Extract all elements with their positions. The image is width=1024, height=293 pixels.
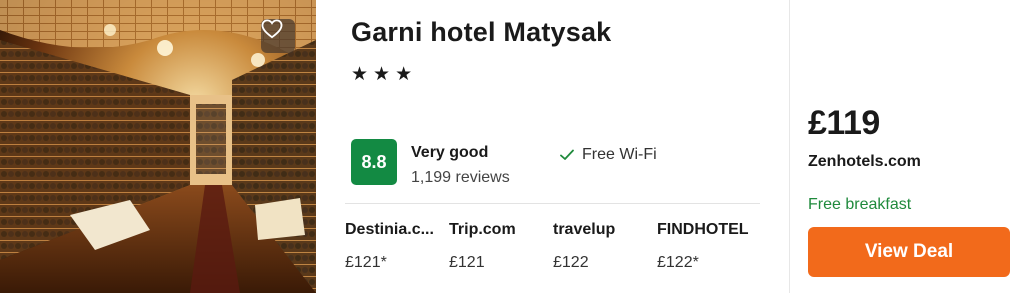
amenity-wifi: Free Wi-Fi bbox=[560, 146, 657, 164]
provider-name: Trip.com bbox=[449, 221, 516, 238]
provider-deal-trip[interactable]: Trip.com £121 bbox=[449, 221, 549, 272]
provider-deal-destinia[interactable]: Destinia.c... £121* bbox=[345, 221, 445, 272]
provider-name: FINDHOTEL bbox=[657, 221, 749, 238]
provider-price: £122 bbox=[553, 254, 589, 271]
free-breakfast-perk: Free breakfast bbox=[808, 196, 912, 213]
star-rating: ★★★ bbox=[351, 64, 418, 85]
best-price: £119 bbox=[808, 104, 880, 142]
column-divider bbox=[789, 0, 790, 293]
hotel-result-card[interactable]: Garni hotel Matysak ★★★ 8.8 Very good 1,… bbox=[0, 0, 1024, 293]
provider-name: travelup bbox=[553, 221, 616, 238]
best-price-site: Zenhotels.com bbox=[808, 153, 921, 170]
divider bbox=[345, 203, 760, 204]
amenity-label: Free Wi-Fi bbox=[582, 146, 657, 163]
rating-score-badge: 8.8 bbox=[351, 139, 397, 185]
view-deal-button[interactable]: View Deal bbox=[808, 227, 1010, 277]
rating-label: Very good bbox=[411, 144, 489, 161]
hotel-photo[interactable] bbox=[0, 0, 316, 293]
provider-deal-travelup[interactable]: travelup £122 bbox=[553, 221, 653, 272]
provider-deal-findhotel[interactable]: FINDHOTEL £122* bbox=[657, 221, 757, 272]
check-icon bbox=[560, 149, 574, 160]
hotel-name[interactable]: Garni hotel Matysak bbox=[351, 17, 611, 48]
provider-price: £121 bbox=[449, 254, 485, 271]
provider-name: Destinia.c... bbox=[345, 221, 434, 238]
heart-icon bbox=[261, 19, 283, 39]
provider-price: £122* bbox=[657, 254, 699, 271]
review-count: 1,199 reviews bbox=[411, 169, 510, 186]
provider-price: £121* bbox=[345, 254, 387, 271]
favorite-button[interactable] bbox=[261, 19, 295, 53]
